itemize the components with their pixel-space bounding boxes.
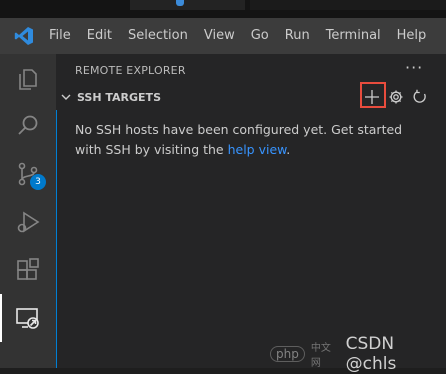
help-view-link[interactable]: help view <box>228 142 287 157</box>
message-end: . <box>286 142 291 157</box>
extensions-icon <box>17 258 39 280</box>
vscode-logo-icon <box>13 25 35 47</box>
watermark: php 中文网 CSDN @chls <box>270 334 446 374</box>
sidebar-title: REMOTE EXPLORER <box>75 64 186 77</box>
editor-tab-hint-2 <box>250 0 446 10</box>
activity-source-control[interactable]: 3 <box>0 150 56 198</box>
watermark-text: CSDN @chls <box>345 334 397 374</box>
menu-edit[interactable]: Edit <box>79 18 120 54</box>
refresh-icon[interactable] <box>410 87 430 107</box>
menu-file[interactable]: File <box>41 18 79 54</box>
gear-icon[interactable] <box>386 87 406 107</box>
source-control-badge: 3 <box>30 174 46 190</box>
section-title: SSH TARGETS <box>77 90 161 104</box>
watermark-logo: php <box>270 346 305 362</box>
remote-explorer-icon <box>16 308 39 329</box>
activity-extensions[interactable] <box>0 246 56 294</box>
menu-view[interactable]: View <box>196 18 243 54</box>
more-actions-icon[interactable]: ··· <box>405 58 423 77</box>
activity-explorer[interactable] <box>0 54 56 102</box>
menu-go[interactable]: Go <box>243 18 277 54</box>
chevron-down-icon[interactable] <box>59 90 73 104</box>
menu-help[interactable]: Help <box>389 18 435 54</box>
menu-selection[interactable]: Selection <box>120 18 196 54</box>
run-debug-icon <box>17 211 40 233</box>
watermark-cn: 中文网 <box>310 343 331 369</box>
editor-tab-hint <box>130 0 245 10</box>
activity-run-debug[interactable] <box>0 198 56 246</box>
activity-bar: 3 <box>0 54 56 368</box>
window-top-strip <box>0 0 446 18</box>
menu-run[interactable]: Run <box>277 18 318 54</box>
search-icon <box>18 115 38 135</box>
ssh-targets-section-header[interactable]: SSH TARGETS <box>56 86 446 108</box>
files-icon <box>19 69 37 90</box>
empty-state-message: No SSH hosts have been configured yet. G… <box>75 120 415 160</box>
menu-terminal[interactable]: Terminal <box>318 18 389 54</box>
activity-search[interactable] <box>0 102 56 150</box>
ssh-targets-panel: No SSH hosts have been configured yet. G… <box>56 110 446 368</box>
activity-remote-explorer[interactable] <box>0 294 56 342</box>
menu-bar: File Edit Selection View Go Run Terminal… <box>0 18 446 54</box>
add-button-highlight <box>360 82 386 108</box>
sidebar: REMOTE EXPLORER ··· SSH TARGETS No SSH h… <box>56 54 446 368</box>
